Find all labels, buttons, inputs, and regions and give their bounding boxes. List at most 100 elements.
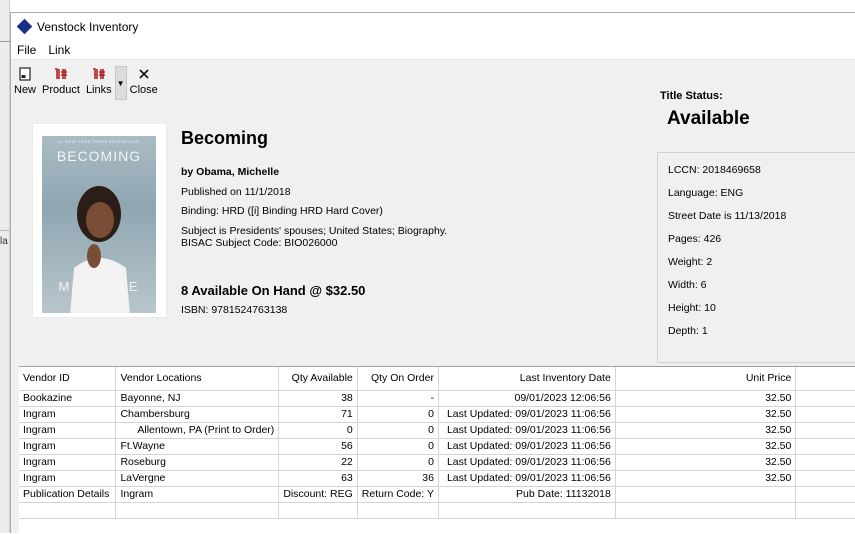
table-row[interactable]: Ingram Allentown, PA (Print to Order) 0 0 L… [19,422,855,439]
cell [438,502,616,519]
menu-file[interactable]: File [17,43,36,57]
cell: 32.50 [615,390,797,407]
detail-pages: Pages: 426 [668,233,722,245]
cell [615,502,797,519]
table-row[interactable]: Ingram Roseburg 22 0 Last Updated: 09/01/202… [19,454,855,471]
col-vendor-id[interactable]: Vendor ID [19,367,117,391]
background-text-fragment: la [0,236,8,247]
cell: 32.50 [615,438,797,455]
table-row[interactable] [19,502,855,519]
books-icon [53,66,69,82]
cell: 38 [278,390,358,407]
table-row[interactable]: Publication Details Ingram Discount: REG Re… [19,486,855,503]
cell [795,486,855,503]
detail-lccn: LCCN: 2018469658 [668,164,761,176]
toolbar: New Product Links ▼ Close [11,64,161,104]
title-status-value: Available [667,108,750,129]
cell: LaVergne [115,470,280,487]
table-row[interactable]: Bookazine Bayonne, NJ 38-09/01/2023 12:06:… [19,390,855,407]
cell: Last Updated: 09/01/2023 11:06:56 [438,406,616,423]
cell [795,438,855,455]
cell: Ingram [19,422,117,439]
availability-summary: 8 Available On Hand @ $32.50 [181,283,366,298]
inventory-table: Vendor ID Vendor Locations Qty Available… [19,367,855,519]
background-window-edge: la [0,0,10,533]
cell: Last Updated: 09/01/2023 11:06:56 [438,438,616,455]
chevron-down-icon: ▼ [116,78,125,88]
cell [278,502,358,519]
bisac-code: BISAC Subject Code: BIO026000 [181,237,338,249]
cell: Ft.Wayne [115,438,280,455]
divider [0,230,10,231]
cell: 22 [278,454,358,471]
cell [357,502,439,519]
close-button[interactable]: Close [127,64,161,104]
isbn: ISBN: 9781524763138 [181,304,288,316]
cell [115,502,280,519]
col-last-inventory-date[interactable]: Last Inventory Date [438,367,616,391]
table-header-row: Vendor ID Vendor Locations Qty Available… [19,367,855,391]
book-author: by Obama, Michelle [181,166,280,178]
table-row[interactable]: Ingram Ft.Wayne 56 0 Last Updated: 09/01/202… [19,438,855,455]
cell: 36 [357,470,439,487]
cover-author-last: OBAMA [70,296,128,311]
detail-width: Width: 6 [668,279,707,291]
links-dropdown-toggle[interactable]: ▼ [114,66,127,100]
cell: Roseburg [115,454,280,471]
cell: Ingram [19,470,117,487]
inventory-window: Venstock Inventory File Link New Product… [10,12,855,534]
cover-author: MICHELLE OBAMA [42,278,156,312]
cell: Ingram [19,406,117,423]
cell: 32.50 [615,470,797,487]
new-label: New [14,84,37,96]
table-row[interactable]: Ingram Chambersburg 71 0 Last Updated: 09/01… [19,406,855,423]
cell: 32.50 [615,422,797,439]
product-button[interactable]: Product [39,64,83,104]
col-qty-on-order[interactable]: Qty On Order [357,367,439,391]
close-label: Close [129,84,158,96]
cell: 56 [278,438,358,455]
cell [615,486,797,503]
cell [795,470,855,487]
col-qty-available[interactable]: Qty Available [278,367,358,391]
inventory-grid[interactable]: Vendor ID Vendor Locations Qty Available… [19,366,855,534]
cell: Bayonne, NJ [115,390,280,407]
menu-bar: File Link [11,40,855,60]
detail-street-date: Street Date is 11/13/2018 [668,210,787,222]
cell: 32.50 [615,406,797,423]
links-button[interactable]: Links [83,64,115,104]
binding-info: Binding: HRD ([i] Binding HRD Hard Cover… [181,205,383,217]
cell: Last Updated: 09/01/2023 11:06:56 [438,422,616,439]
published-date: Published on 11/1/2018 [181,186,291,198]
cell [795,422,855,439]
cover-author-first: MICHELLE [58,279,140,294]
new-button[interactable]: New [11,64,39,104]
detail-language: Language: ENG [668,187,744,199]
subject-info: Subject is Presidents' spouses; United S… [181,225,448,237]
cell: - [357,390,439,407]
cell: Allentown, PA (Print to Order) [115,422,280,439]
cell: Discount: REG [278,486,358,503]
menu-link[interactable]: Link [48,43,70,57]
cell: 0 [357,454,439,471]
divider [0,41,10,42]
cell: Ingram [19,438,117,455]
col-unit-price[interactable]: Unit Price [615,367,797,391]
cell [795,502,855,519]
cover-art: #1 NEW YORK TIMES BESTSELLER BECOMING MI… [42,136,156,313]
table-row[interactable]: Ingram LaVergne 63 36 Last Updated: 09/01/20… [19,470,855,487]
col-vendor-locations[interactable]: Vendor Locations [115,367,280,391]
product-label: Product [42,84,80,96]
cell: 71 [278,406,358,423]
cell: Return Code: Y [357,486,439,503]
cell: Chambersburg [115,406,280,423]
title-bar[interactable]: Venstock Inventory [11,13,855,40]
cell: Ingram [115,486,280,503]
cell: 0 [357,406,439,423]
cell [19,502,117,519]
cell: Publication Details [19,486,117,503]
books-link-icon [91,66,107,82]
window-title: Venstock Inventory [37,19,139,34]
detail-height: Height: 10 [668,302,716,314]
cell [795,390,855,407]
